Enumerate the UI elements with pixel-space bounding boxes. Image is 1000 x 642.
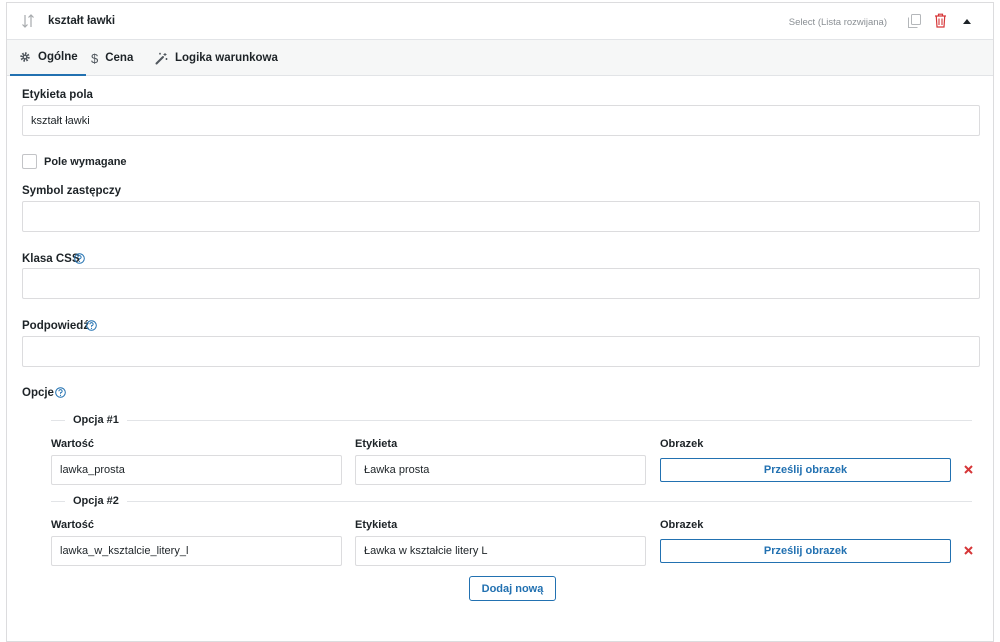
option-value-input[interactable] [51,536,342,566]
help-icon[interactable] [55,387,66,398]
option-value-label: Wartość [51,519,94,531]
tab-conditional-logic[interactable]: Logika warunkowa [155,40,278,76]
option-image-label: Obrazek [660,519,704,531]
upload-image-button[interactable]: Prześlij obrazek [660,539,951,563]
option-image-label: Obrazek [660,438,704,450]
tab-conditional-logic-label: Logika warunkowa [175,52,278,64]
option-legend: Opcja #2 [65,495,127,507]
option-label-label: Etykieta [355,519,398,531]
option-label-input[interactable] [355,455,646,485]
field-panel: kształt ławki Select (Lista rozwijana) O… [6,2,994,642]
magic-wand-icon [155,52,168,64]
option-label-input[interactable] [355,536,646,566]
chevron-up-icon[interactable] [962,17,972,25]
field-label-label: Etykieta pola [22,89,93,101]
duplicate-icon[interactable] [908,14,921,28]
help-icon[interactable] [74,253,85,264]
field-type-label: Select (Lista rozwijana) [788,17,887,28]
placeholder-input[interactable] [22,201,980,232]
field-label-input[interactable] [22,105,980,136]
field-title: kształt ławki [48,15,116,27]
remove-option-icon[interactable] [964,465,973,474]
hint-label: Podpowiedź [22,320,90,332]
option-value-input[interactable] [51,455,342,485]
required-checkbox[interactable] [22,154,37,169]
trash-icon[interactable] [934,13,947,28]
tab-bar: Ogólne $ Cena Logika warunkowa [7,40,993,76]
remove-option-icon[interactable] [964,546,973,555]
sort-icon[interactable] [21,14,35,28]
options-label: Opcje [22,387,54,399]
hint-input[interactable] [22,336,980,367]
tab-price[interactable]: $ Cena [91,40,133,76]
dollar-icon: $ [91,50,99,66]
gear-icon [20,52,30,62]
option-divider [51,420,972,421]
upload-image-button[interactable]: Prześlij obrazek [660,458,951,482]
help-icon[interactable] [86,320,97,331]
css-class-input[interactable] [22,268,980,299]
option-value-label: Wartość [51,438,94,450]
placeholder-label: Symbol zastępczy [22,185,122,197]
option-label-label: Etykieta [355,438,398,450]
tab-general-label: Ogólne [38,51,78,63]
css-class-label: Klasa CSS [22,253,80,265]
field-header[interactable]: kształt ławki Select (Lista rozwijana) [7,3,993,40]
required-label: Pole wymagane [44,156,127,168]
option-legend: Opcja #1 [65,414,127,426]
option-divider [51,501,972,502]
tab-general[interactable]: Ogólne [10,40,86,76]
add-new-option-button[interactable]: Dodaj nową [469,576,556,601]
tab-price-label: Cena [105,52,134,64]
